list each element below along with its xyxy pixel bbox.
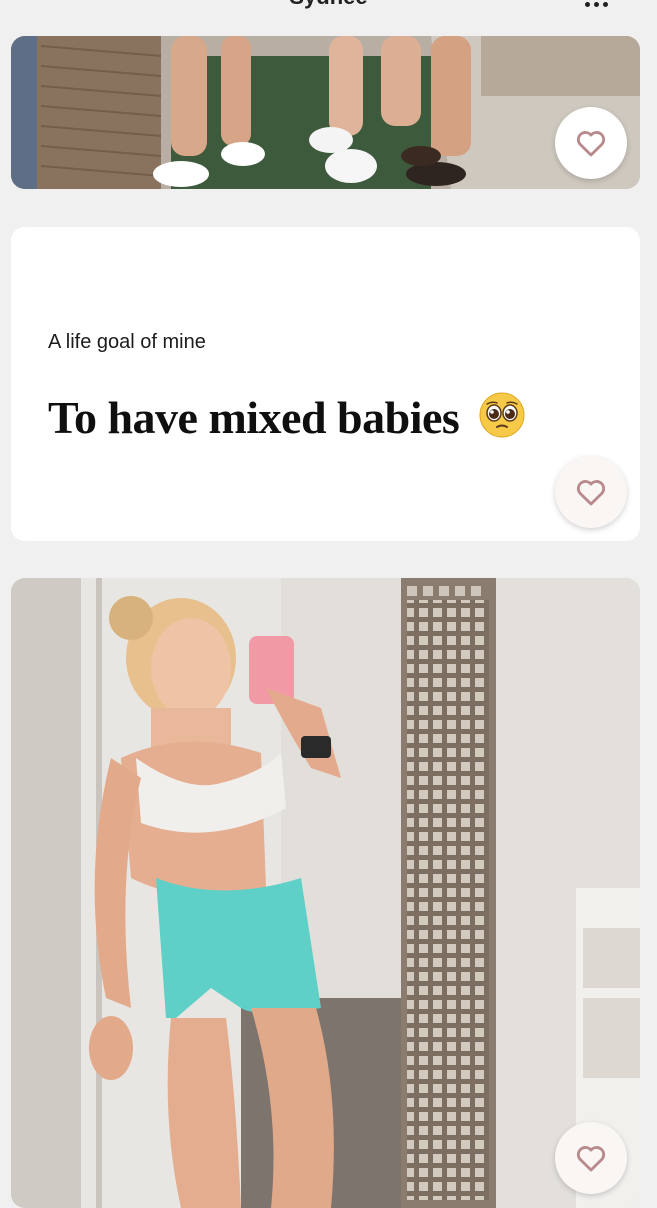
prompt-question: A life goal of mine	[48, 331, 206, 353]
profile-name: Sydnee	[0, 0, 657, 10]
pleading-face-emoji-icon	[479, 392, 525, 438]
feet-photo-image	[11, 36, 640, 189]
mirror-selfie-image	[11, 578, 640, 1208]
prompt-answer-row: To have mixed babies	[48, 391, 526, 444]
prompt-card: A life goal of mine To have mixed babies	[11, 227, 640, 541]
like-photo-button[interactable]	[555, 1122, 627, 1194]
profile-photo-feet[interactable]	[11, 36, 640, 189]
profile-header: Sydnee	[0, 0, 657, 36]
prompt-answer-text: To have mixed babies	[48, 392, 460, 443]
like-prompt-button[interactable]	[555, 456, 627, 528]
heart-outline-icon	[576, 1146, 606, 1172]
heart-outline-icon	[576, 480, 606, 506]
more-horizontal-icon[interactable]	[585, 0, 611, 8]
profile-photo-mirror-selfie[interactable]	[11, 578, 640, 1208]
heart-outline-icon	[576, 131, 606, 157]
like-photo-button[interactable]	[555, 107, 627, 179]
